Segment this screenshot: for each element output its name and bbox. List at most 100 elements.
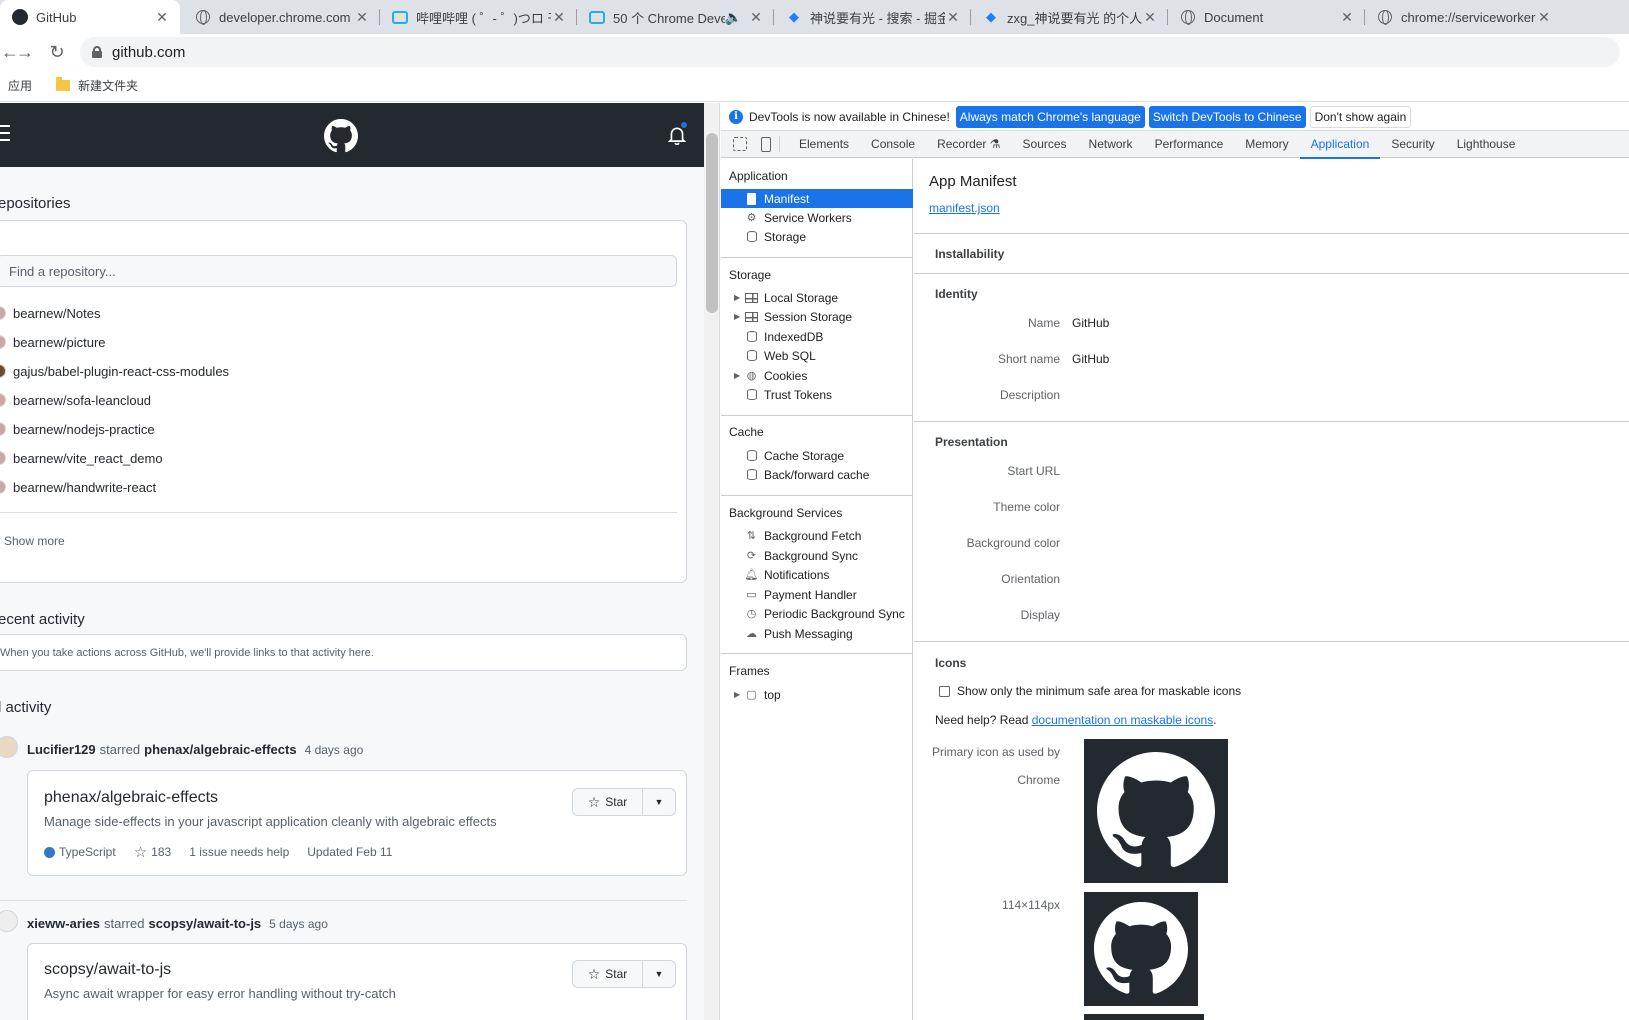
sidebar-item-manifest[interactable]: Manifest: [721, 189, 913, 208]
database-icon: [745, 469, 758, 481]
sidebar-item-session-storage[interactable]: ▶ Session Storage: [721, 307, 913, 326]
expand-arrow-icon[interactable]: ▶: [734, 690, 740, 699]
sidebar-item-service-workers[interactable]: ⚙ Service Workers: [721, 208, 913, 227]
tab-memory[interactable]: Memory: [1234, 131, 1299, 158]
sidebar-item-notifications[interactable]: 🔔︎ Notifications: [721, 565, 913, 584]
menu-icon[interactable]: [0, 125, 10, 146]
issues-link[interactable]: 1 issue needs help: [189, 845, 289, 859]
tab-title: GitHub: [36, 9, 77, 25]
close-icon[interactable]: ✕: [1536, 9, 1552, 26]
tab-security[interactable]: Security: [1380, 131, 1445, 158]
repo-link[interactable]: bearnew/handwrite-react: [0, 477, 156, 497]
tab-github[interactable]: GitHub ✕: [0, 0, 180, 34]
star-dropdown-button[interactable]: ▼: [643, 797, 675, 807]
star-icon: ☆: [133, 844, 148, 861]
repo-link[interactable]: bearnew/picture: [0, 332, 106, 352]
sidebar-item-web-sql[interactable]: Web SQL: [721, 346, 913, 365]
bilibili-icon: [392, 9, 408, 25]
repo-link[interactable]: bearnew/vite_react_demo: [0, 448, 163, 468]
expand-arrow-icon[interactable]: ▶: [734, 371, 740, 380]
sidebar-item-periodic-sync[interactable]: ◷ Periodic Background Sync: [721, 604, 913, 623]
close-icon[interactable]: ✕: [748, 9, 764, 26]
address-bar[interactable]: github.com: [80, 37, 1620, 67]
close-icon[interactable]: ✕: [551, 9, 567, 26]
tab-title: Document: [1204, 9, 1264, 25]
sidebar-item-trust-tokens[interactable]: Trust Tokens: [721, 385, 913, 404]
sidebar-item-cache-storage[interactable]: Cache Storage: [721, 446, 913, 465]
switch-to-chinese-button[interactable]: Switch DevTools to Chinese: [1148, 105, 1306, 128]
repo-link[interactable]: bearnew/nodejs-practice: [0, 419, 155, 439]
manifest-json-link[interactable]: manifest.json: [929, 201, 1000, 215]
expand-arrow-icon[interactable]: ▶: [734, 293, 740, 302]
speaker-icon[interactable]: 🔈: [725, 9, 742, 26]
bell-icon: 🔔︎: [744, 569, 759, 581]
updated-date: Updated Feb 11: [307, 845, 393, 859]
tab-serviceworker[interactable]: chrome://serviceworker- ✕: [1365, 0, 1562, 34]
sidebar-item-background-fetch[interactable]: ⇅ Background Fetch: [721, 526, 913, 545]
tab-recorder[interactable]: Recorder ⚗: [926, 131, 1011, 158]
star-dropdown-button[interactable]: ▼: [643, 969, 675, 979]
repo-link[interactable]: scopsy/await-to-js: [148, 916, 261, 931]
user-link[interactable]: xieww-aries: [27, 916, 100, 931]
tab-juejin-profile[interactable]: ◆ zxg_神说要有光 的个人主页 ✕: [971, 0, 1168, 34]
repo-card-title[interactable]: scopsy/await-to-js: [44, 961, 171, 979]
bookmark-folder[interactable]: 新建文件夹: [56, 77, 138, 94]
star-count[interactable]: 183: [151, 845, 171, 859]
repo-link[interactable]: bearnew/Notes: [0, 303, 100, 323]
sidebar-item-storage[interactable]: Storage: [721, 227, 913, 246]
device-toolbar-icon[interactable]: [761, 136, 771, 152]
sidebar-item-cookies[interactable]: ▶ ◍ Cookies: [721, 366, 913, 385]
tab-application[interactable]: Application: [1299, 131, 1381, 159]
divider: [779, 136, 780, 152]
sidebar-item-local-storage[interactable]: ▶ Local Storage: [721, 288, 913, 307]
sidebar-item-push-messaging[interactable]: ☁ Push Messaging: [721, 624, 913, 643]
expand-arrow-icon[interactable]: ▶: [734, 312, 740, 321]
sidebar-item-background-sync[interactable]: ⟳ Background Sync: [721, 546, 913, 565]
star-button[interactable]: ☆ Star: [573, 961, 643, 987]
maskable-safe-area-checkbox[interactable]: Show only the minimum safe area for mask…: [939, 684, 1241, 698]
tab-juejin-search[interactable]: ◆ 神说要有光 - 搜索 - 掘金 ✕: [774, 0, 971, 34]
tab-developer-chrome[interactable]: developer.chrome.com ✕: [183, 0, 380, 34]
reload-icon[interactable]: ↻: [45, 40, 69, 64]
scrollbar-thumb[interactable]: [706, 133, 718, 313]
sidebar-item-payment-handler[interactable]: ▭ Payment Handler: [721, 585, 913, 604]
tab-sources[interactable]: Sources: [1012, 131, 1078, 158]
juejin-icon: ◆: [986, 9, 996, 24]
user-link[interactable]: Lucifier129: [27, 742, 96, 757]
tab-document[interactable]: Document ✕: [1168, 0, 1365, 34]
inspect-element-icon[interactable]: [733, 137, 747, 151]
tab-lighthouse[interactable]: Lighthouse: [1446, 131, 1527, 158]
maskable-docs-link[interactable]: documentation on maskable icons: [1032, 713, 1213, 727]
tab-performance[interactable]: Performance: [1144, 131, 1235, 158]
show-more-button[interactable]: Show more: [4, 534, 65, 548]
repo-link[interactable]: bearnew/sofa-leancloud: [0, 390, 151, 410]
github-logo-icon[interactable]: [324, 119, 358, 153]
bookmark-apps[interactable]: 应用: [8, 77, 32, 94]
sidebar-item-frame-top[interactable]: ▶ ▢ top: [721, 685, 913, 704]
language-color-dot: [44, 846, 55, 858]
tab-chrome-devtools-tips[interactable]: 50 个 Chrome Develo 🔈 ✕: [577, 0, 774, 34]
sidebar-item-indexeddb[interactable]: IndexedDB: [721, 327, 913, 346]
tab-console[interactable]: Console: [860, 131, 926, 158]
credit-card-icon: ▭: [746, 589, 757, 601]
tab-elements[interactable]: Elements: [788, 131, 860, 158]
find-repository-input[interactable]: Find a repository...: [0, 255, 677, 287]
tab-bilibili[interactable]: 哔哩哔哩 ( ゜- ゜)つロ 干杯 ✕: [380, 0, 577, 34]
close-icon[interactable]: ✕: [945, 9, 961, 26]
close-icon[interactable]: ✕: [1142, 9, 1158, 26]
checkbox-icon[interactable]: [939, 685, 950, 697]
repo-link[interactable]: phenax/algebraic-effects: [144, 742, 296, 757]
forward-icon[interactable]: →: [13, 40, 37, 64]
dont-show-again-button[interactable]: Don't show again: [1309, 105, 1412, 128]
page-scrollbar[interactable]: [704, 103, 720, 1020]
tab-network[interactable]: Network: [1078, 131, 1144, 158]
repo-link[interactable]: gajus/babel-plugin-react-css-modules: [0, 361, 229, 381]
close-icon[interactable]: ✕: [354, 9, 370, 26]
star-button[interactable]: ☆ Star: [573, 789, 643, 815]
match-language-button[interactable]: Always match Chrome's language: [955, 105, 1145, 128]
close-icon[interactable]: ✕: [1339, 9, 1355, 26]
close-icon[interactable]: ✕: [154, 9, 170, 26]
repo-card-title[interactable]: phenax/algebraic-effects: [44, 789, 218, 807]
sidebar-item-bfcache[interactable]: Back/forward cache: [721, 465, 913, 484]
info-icon: i: [729, 109, 743, 124]
